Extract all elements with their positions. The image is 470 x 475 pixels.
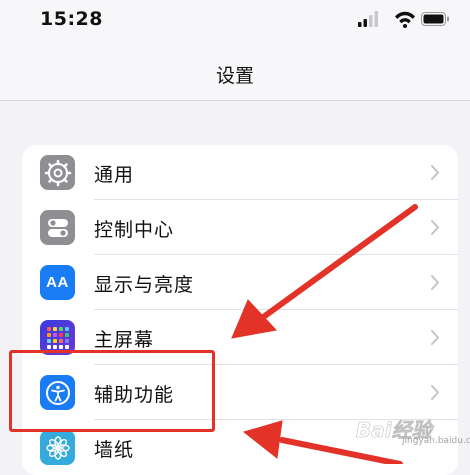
flower-icon [40,430,75,465]
settings-item-label: 主屏幕 [94,329,155,351]
gear-icon [40,155,75,190]
text-size-icon: AA [40,265,75,300]
settings-item-general[interactable]: 通用 [22,145,458,200]
settings-item-display-brightness[interactable]: AA 显示与亮度 [22,255,458,310]
settings-item-label: 墙纸 [94,439,135,461]
watermark-logo: Bai经验 jingyan.baidu.com [340,412,470,452]
chevron-right-icon [431,330,439,345]
wifi-icon [395,11,415,28]
status-icons [358,11,449,28]
chevron-right-icon [431,165,439,180]
settings-item-control-center[interactable]: 控制中心 [22,200,458,255]
status-time: 15:28 [40,8,103,30]
settings-item-label: 通用 [94,164,135,186]
settings-item-label: 控制中心 [94,219,175,241]
chevron-right-icon [431,220,439,235]
nav-bar: 设置 [0,40,470,101]
settings-item-label: 显示与亮度 [94,274,195,296]
chevron-right-icon [431,275,439,290]
page-title: 设置 [215,65,254,87]
toggles-icon [40,210,75,245]
chevron-right-icon [431,385,439,400]
cellular-signal-icon [358,11,378,27]
watermark-url: jingyan.baidu.com [402,436,470,446]
highlight-box-accessibility [9,350,215,432]
battery-icon [421,12,449,26]
status-bar: 15:28 [0,0,470,40]
